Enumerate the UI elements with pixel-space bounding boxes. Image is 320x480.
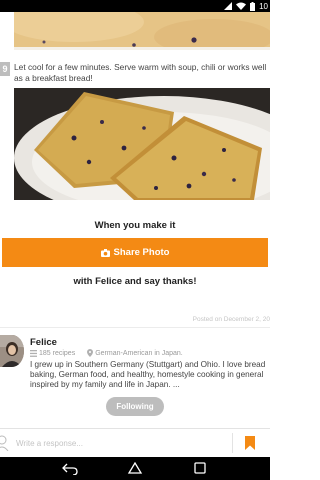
recent-apps-icon[interactable] bbox=[192, 462, 208, 475]
signal-icon bbox=[224, 2, 233, 10]
author-bio: I grew up in Southern Germany (Stuttgart… bbox=[30, 360, 266, 390]
back-icon[interactable] bbox=[62, 462, 78, 475]
recipes-icon bbox=[30, 349, 37, 357]
avatar-image bbox=[0, 335, 24, 367]
step-photo[interactable] bbox=[14, 88, 270, 200]
share-photo-label: Share Photo bbox=[113, 247, 170, 258]
section-divider bbox=[0, 327, 270, 328]
status-bar: 10 bbox=[0, 0, 270, 12]
status-time: 10 bbox=[259, 1, 268, 11]
reply-bar bbox=[0, 428, 270, 457]
posted-date: Posted on December 2, 20 bbox=[192, 316, 270, 323]
bookmark-icon[interactable] bbox=[244, 436, 256, 450]
cooksnap-title: When you make it bbox=[94, 220, 176, 231]
reply-separator bbox=[232, 433, 233, 453]
author-name[interactable]: Felice bbox=[30, 337, 57, 348]
home-icon[interactable] bbox=[127, 462, 143, 475]
recipe-count: 185 recipes bbox=[39, 349, 76, 357]
cake-batter-image bbox=[14, 12, 270, 50]
previous-step-photo[interactable] bbox=[14, 12, 270, 50]
author-location: German-American in Japan. bbox=[95, 349, 183, 357]
author-meta: 185 recipes German-American in Japan. bbox=[30, 349, 183, 357]
thanks-text: with Felice and say thanks! bbox=[73, 276, 197, 287]
location-pin-icon bbox=[87, 349, 94, 357]
following-button[interactable]: Following bbox=[106, 397, 164, 416]
android-nav-bar bbox=[0, 457, 270, 480]
reply-input[interactable] bbox=[16, 435, 226, 452]
step-number: 9 bbox=[0, 62, 10, 76]
step-text: Let cool for a few minutes. Serve warm w… bbox=[14, 62, 267, 83]
wifi-icon bbox=[236, 2, 247, 10]
recipe-step: 9 Let cool for a few minutes. Serve warm… bbox=[0, 62, 270, 86]
share-photo-button[interactable]: Share Photo bbox=[2, 238, 268, 267]
cornbread-image bbox=[14, 88, 270, 200]
status-icons: 10 bbox=[224, 1, 268, 11]
battery-icon bbox=[250, 1, 256, 11]
user-avatar-icon bbox=[0, 435, 9, 451]
author-avatar[interactable] bbox=[0, 335, 24, 367]
camera-icon bbox=[100, 248, 110, 257]
